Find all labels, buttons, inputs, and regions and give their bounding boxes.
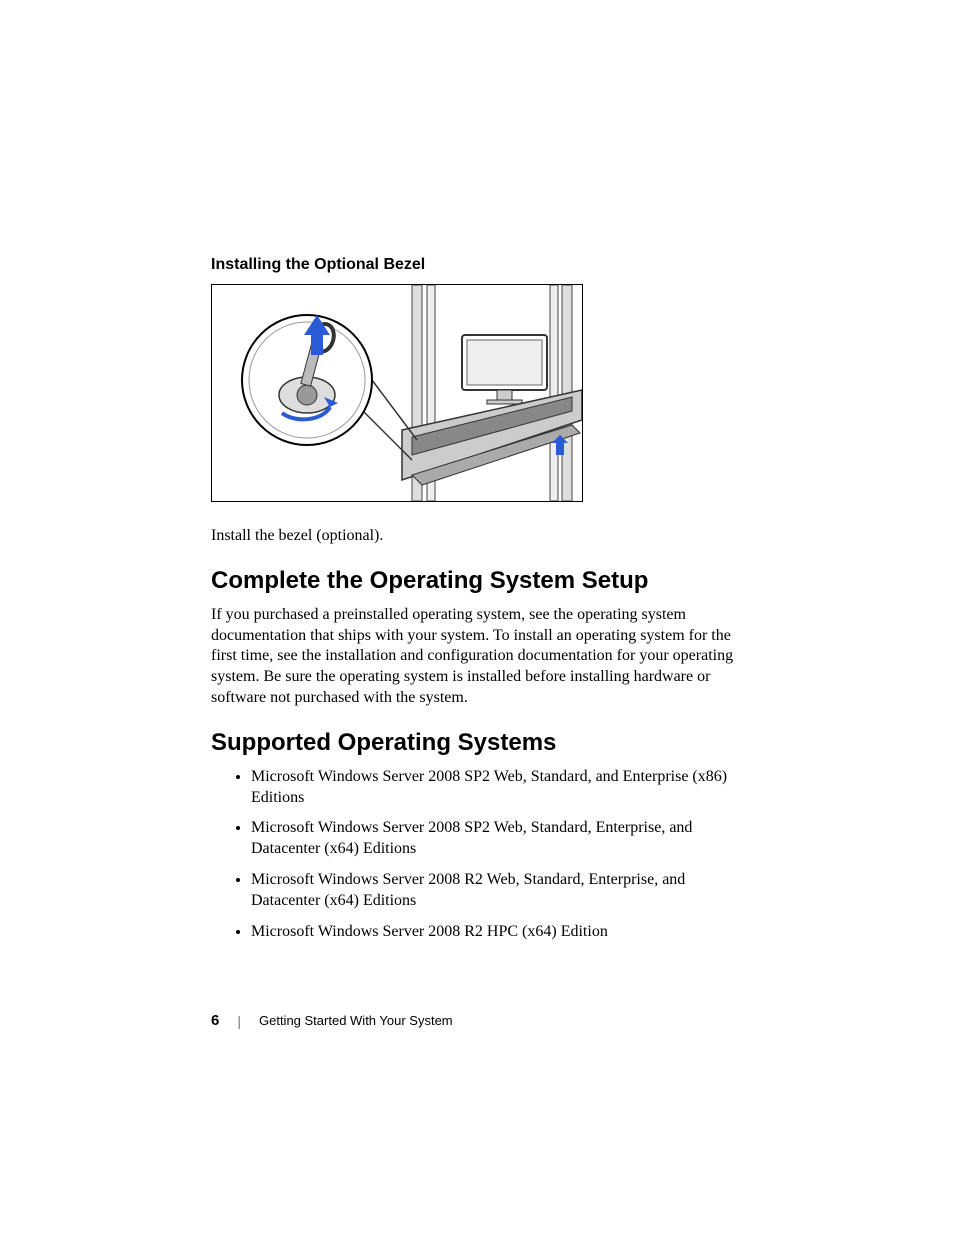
subheading-bezel: Installing the Optional Bezel <box>211 256 756 274</box>
list-item: Microsoft Windows Server 2008 SP2 Web, S… <box>251 818 756 860</box>
page-footer: 6 | Getting Started With Your System <box>211 1012 453 1029</box>
footer-section-title: Getting Started With Your System <box>259 1013 453 1028</box>
heading-complete-os-setup: Complete the Operating System Setup <box>211 567 756 595</box>
bezel-caption: Install the bezel (optional). <box>211 526 756 547</box>
list-item: Microsoft Windows Server 2008 SP2 Web, S… <box>251 767 756 809</box>
supported-os-list: Microsoft Windows Server 2008 SP2 Web, S… <box>211 767 756 943</box>
heading-supported-os: Supported Operating Systems <box>211 729 756 757</box>
footer-separator: | <box>237 1013 241 1029</box>
list-item: Microsoft Windows Server 2008 R2 HPC (x6… <box>251 922 756 943</box>
os-setup-paragraph: If you purchased a preinstalled operatin… <box>211 605 756 709</box>
page-content: Installing the Optional Bezel <box>211 256 756 952</box>
page-number: 6 <box>211 1012 219 1029</box>
server-rack-illustration-icon <box>212 285 582 501</box>
bezel-illustration <box>211 284 583 502</box>
list-item: Microsoft Windows Server 2008 R2 Web, St… <box>251 870 756 912</box>
